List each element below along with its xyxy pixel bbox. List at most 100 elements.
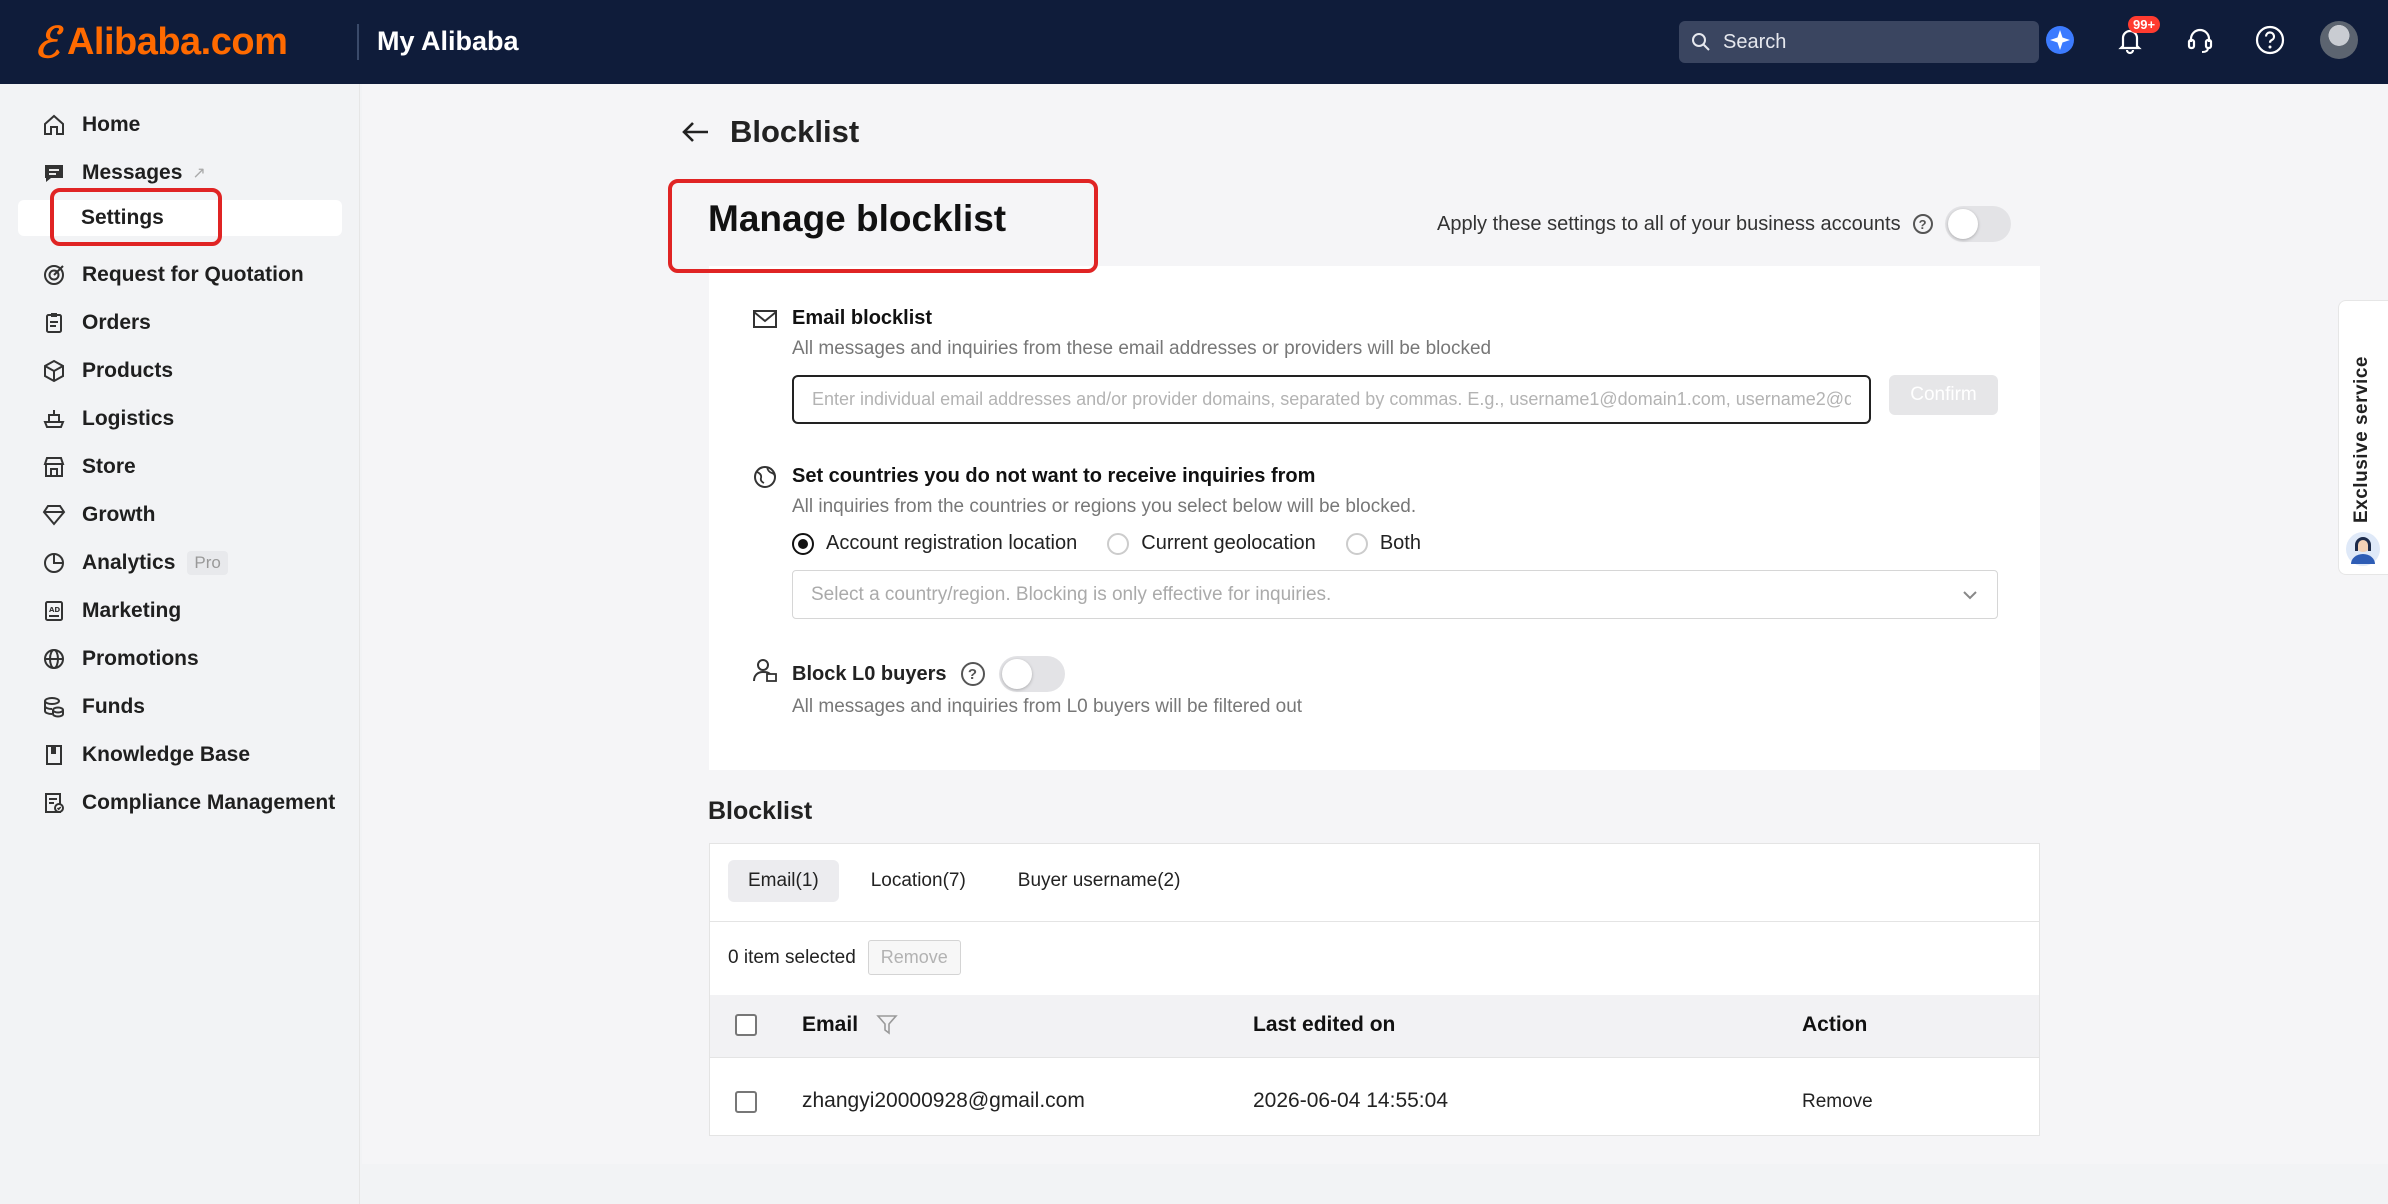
sidebar-item-store[interactable]: Store — [42, 452, 136, 482]
ai-sparkle-icon — [2046, 26, 2074, 54]
sidebar-item-label: Orders — [82, 311, 151, 334]
mail-icon — [753, 310, 777, 328]
headset-icon — [2187, 28, 2213, 53]
ship-icon — [43, 410, 65, 428]
manage-heading-highlight-box — [668, 179, 1098, 273]
radio-both[interactable]: Both — [1345, 532, 1421, 555]
sidebar-item-label: Home — [82, 113, 141, 136]
radio-label: Both — [1379, 532, 1421, 554]
agent-avatar-icon — [2346, 532, 2380, 566]
select-all-checkbox[interactable] — [735, 1014, 757, 1036]
tab-location[interactable]: Location(7) — [851, 860, 986, 902]
sidebar-item-rfq[interactable]: Request for Quotation — [42, 260, 304, 290]
customer-support-button[interactable] — [2180, 20, 2220, 60]
countries-title: Set countries you do not want to receive… — [792, 465, 1316, 487]
notification-badge: 99+ — [2128, 16, 2161, 33]
external-link-icon: ↗ — [192, 165, 206, 182]
email-blocklist-description: All messages and inquiries from these em… — [792, 338, 1492, 359]
globe-icon — [44, 649, 64, 669]
sidebar-item-label: Messages — [82, 161, 183, 184]
bulk-remove-button[interactable]: Remove — [867, 940, 961, 975]
tab-email[interactable]: Email(1) — [728, 860, 839, 902]
app-name[interactable]: My Alibaba — [377, 26, 519, 57]
sidebar-item-growth[interactable]: Growth — [42, 500, 156, 530]
header-divider — [357, 24, 359, 60]
apply-all-accounts-row: Apply these settings to all of your busi… — [1437, 206, 2011, 242]
sidebar-item-label: Growth — [82, 503, 156, 526]
column-header-action: Action — [1802, 1013, 1868, 1036]
sidebar-item-analytics[interactable]: Analytics Pro — [42, 548, 228, 578]
pro-badge: Pro — [187, 551, 228, 575]
tab-buyer-username[interactable]: Buyer username(2) — [998, 860, 1201, 902]
row-last-edited: 2026-06-04 14:55:04 — [1253, 1089, 1448, 1112]
radio-current-geolocation[interactable]: Current geolocation — [1107, 532, 1316, 555]
apply-all-label: Apply these settings to all of your busi… — [1437, 212, 1901, 235]
email-blocklist-title: Email blocklist — [792, 307, 933, 329]
exclusive-service-widget[interactable]: Exclusive service — [2338, 300, 2388, 575]
radio-checked-icon — [792, 532, 814, 555]
sidebar-item-knowledge-base[interactable]: Knowledge Base — [42, 740, 250, 770]
sidebar-item-label: Knowledge Base — [82, 743, 251, 766]
block-l0-toggle[interactable] — [998, 656, 1065, 692]
selection-row: 0 item selected Remove — [728, 940, 961, 975]
ai-assistant-button[interactable] — [2040, 20, 2080, 60]
sidebar-item-label: Store — [82, 455, 136, 478]
user-badge-icon — [753, 659, 777, 682]
sidebar-item-orders[interactable]: Orders — [42, 308, 151, 338]
column-header-last-edited: Last edited on — [1253, 1013, 1396, 1036]
ad-icon: AD — [45, 601, 63, 621]
sidebar-item-marketing[interactable]: AD Marketing — [42, 596, 181, 626]
location-radio-group: Account registration location Current ge… — [792, 532, 1451, 555]
pie-chart-icon — [44, 553, 64, 573]
table-header: Email Last edited on Action — [710, 995, 2039, 1057]
sidebar-item-messages[interactable]: Messages ↗ — [42, 158, 206, 188]
help-icon[interactable]: ? — [1912, 214, 1933, 234]
page-header: Blocklist — [680, 114, 859, 150]
filter-icon[interactable] — [876, 1013, 898, 1035]
chat-icon — [45, 165, 63, 182]
sidebar-item-compliance[interactable]: Compliance Management — [42, 788, 335, 818]
country-select[interactable]: Select a country/region. Blocking is onl… — [792, 570, 1998, 619]
box-icon — [44, 359, 64, 383]
compliance-icon — [45, 793, 64, 813]
clipboard-icon — [46, 313, 62, 333]
svg-text:AD: AD — [49, 606, 60, 614]
sidebar-item-home[interactable]: Home — [42, 110, 140, 140]
book-icon — [46, 745, 62, 765]
settings-highlight-box — [50, 188, 222, 246]
page-bottom-area — [362, 1164, 2388, 1204]
column-header-email: Email — [802, 1013, 898, 1037]
table-row: zhangyi20000928@gmail.com 2026-06-04 14:… — [710, 1058, 2039, 1136]
help-circle-icon — [2255, 25, 2285, 55]
sidebar-item-promotions[interactable]: Promotions — [42, 644, 199, 674]
email-blocklist-input[interactable] — [792, 375, 1871, 424]
confirm-button[interactable]: Confirm — [1889, 375, 1998, 415]
alibaba-logo[interactable]: ℰ Alibaba.com — [34, 18, 288, 67]
row-email: zhangyi20000928@gmail.com — [802, 1089, 1085, 1112]
logo-text: Alibaba.com — [66, 21, 288, 63]
row-checkbox[interactable] — [735, 1091, 757, 1113]
sidebar-item-label: Request for Quotation — [82, 263, 304, 286]
radio-label: Account registration location — [826, 532, 1078, 554]
column-label: Email — [802, 1013, 859, 1036]
sidebar-item-products[interactable]: Products — [42, 356, 173, 386]
coins-icon — [44, 697, 64, 718]
sidebar-item-funds[interactable]: Funds — [42, 692, 145, 722]
radio-account-registration[interactable]: Account registration location — [792, 532, 1077, 555]
row-remove-link[interactable]: Remove — [1802, 1091, 1873, 1113]
help-button[interactable] — [2250, 20, 2290, 60]
sidebar-item-logistics[interactable]: Logistics — [42, 404, 174, 434]
home-icon — [44, 114, 64, 135]
notifications-button[interactable]: 99+ — [2110, 16, 2161, 60]
back-arrow-icon[interactable] — [680, 116, 712, 148]
help-icon[interactable]: ? — [960, 662, 985, 686]
search-box[interactable]: Search — [1679, 21, 2039, 63]
sidebar-item-label: Analytics — [82, 551, 176, 574]
countries-description: All inquiries from the countries or regi… — [792, 496, 1417, 517]
radio-unchecked-icon — [1345, 532, 1368, 555]
sidebar-item-label: Promotions — [82, 647, 199, 670]
blocklist-tabs: Email(1) Location(7) Buyer username(2) — [728, 860, 1200, 902]
apply-all-toggle[interactable] — [1944, 206, 2011, 242]
user-avatar[interactable] — [2320, 21, 2358, 59]
exclusive-service-label: Exclusive service — [2351, 356, 2372, 523]
